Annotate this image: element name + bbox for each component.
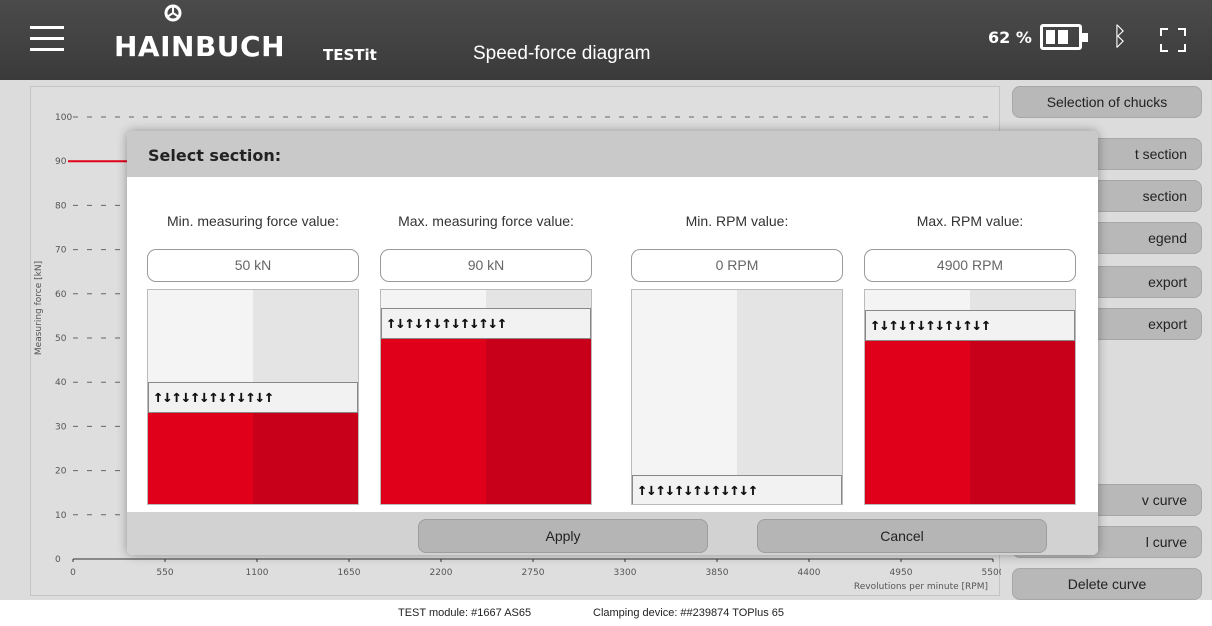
- slider-handle[interactable]: ↑↓↑↓↑↓↑↓↑↓↑↓↑: [148, 382, 358, 413]
- min-rpm-value[interactable]: 0 RPM: [631, 249, 843, 282]
- apply-button[interactable]: Apply: [418, 519, 708, 553]
- brand-logo-icon: [164, 4, 182, 22]
- select-section-dialog: Select section: Min. measuring force val…: [127, 131, 1098, 555]
- min-force-slider[interactable]: ↑↓↑↓↑↓↑↓↑↓↑↓↑: [147, 289, 359, 505]
- slider-handle[interactable]: ↑↓↑↓↑↓↑↓↑↓↑↓↑: [632, 475, 842, 504]
- y-tick-label: 50: [55, 334, 67, 344]
- dialog-header: Select section:: [127, 131, 1098, 177]
- y-tick-label: 80: [55, 201, 67, 211]
- clamping-device-info: Clamping device: ##239874 TOPlus 65: [593, 607, 784, 619]
- selection-of-chucks-button[interactable]: Selection of chucks: [1012, 86, 1202, 118]
- brand-name: HAINBUCH: [114, 30, 286, 63]
- x-tick-label: 1100: [246, 568, 269, 578]
- y-tick-label: 60: [55, 290, 67, 300]
- test-module-info: TEST module: #1667 AS65: [398, 607, 532, 619]
- x-tick-label: 1650: [338, 568, 361, 578]
- x-tick-label: 3300: [614, 568, 637, 578]
- status-footer: TEST module: #1667 AS65 Clamping device:…: [0, 600, 1212, 626]
- max-force-value[interactable]: 90 kN: [380, 249, 592, 282]
- y-tick-label: 40: [55, 378, 67, 388]
- product-name: TESTit: [323, 46, 377, 64]
- dialog-title: Select section:: [148, 146, 282, 165]
- page-title: Speed-force diagram: [473, 43, 651, 64]
- slider-fill: [865, 339, 1075, 504]
- slider-fill: [381, 337, 591, 504]
- min-rpm-label: Min. RPM value:: [685, 213, 789, 229]
- slider-handle[interactable]: ↑↓↑↓↑↓↑↓↑↓↑↓↑: [865, 310, 1075, 341]
- dialog-footer: Apply Cancel: [127, 512, 1098, 555]
- y-tick-label: 70: [55, 246, 67, 256]
- top-bar: HAINBUCH TESTit Speed-force diagram 62 %…: [0, 0, 1212, 80]
- slider-fill: [148, 411, 358, 504]
- max-force-slider[interactable]: ↑↓↑↓↑↓↑↓↑↓↑↓↑: [380, 289, 592, 505]
- y-tick-label: 100: [55, 113, 72, 123]
- bluetooth-icon[interactable]: ᛒ: [1112, 22, 1128, 52]
- slider-handle[interactable]: ↑↓↑↓↑↓↑↓↑↓↑↓↑: [381, 308, 591, 339]
- battery-icon: [1040, 24, 1088, 50]
- cancel-button[interactable]: Cancel: [757, 519, 1047, 553]
- fullscreen-icon[interactable]: [1160, 28, 1186, 52]
- x-tick-label: 2200: [430, 568, 453, 578]
- max-rpm-label: Max. RPM value:: [916, 213, 1024, 229]
- y-tick-label: 90: [55, 157, 67, 167]
- battery-percent: 62 %: [988, 28, 1032, 47]
- max-rpm-value[interactable]: 4900 RPM: [864, 249, 1076, 282]
- x-tick-label: 5500: [982, 568, 1001, 578]
- max-force-label: Max. measuring force value:: [398, 213, 574, 229]
- y-tick-label: 0: [55, 555, 61, 565]
- max-rpm-slider[interactable]: ↑↓↑↓↑↓↑↓↑↓↑↓↑: [864, 289, 1076, 505]
- min-force-value[interactable]: 50 kN: [147, 249, 359, 282]
- y-tick-label: 20: [55, 467, 67, 477]
- x-tick-label: 0: [70, 568, 76, 578]
- x-tick-label: 3850: [706, 568, 729, 578]
- y-tick-label: 10: [55, 511, 67, 521]
- delete-curve-button[interactable]: Delete curve: [1012, 568, 1202, 600]
- min-rpm-slider[interactable]: ↑↓↑↓↑↓↑↓↑↓↑↓↑: [631, 289, 843, 505]
- x-tick-label: 550: [156, 568, 173, 578]
- hamburger-menu-icon[interactable]: [30, 26, 64, 52]
- min-force-label: Min. measuring force value:: [167, 213, 339, 229]
- x-tick-label: 4950: [890, 568, 913, 578]
- x-tick-label: 4400: [798, 568, 821, 578]
- y-axis-label: Measuring force [kN]: [34, 261, 44, 355]
- x-tick-label: 2750: [522, 568, 545, 578]
- x-axis-label: Revolutions per minute [RPM]: [854, 582, 988, 592]
- y-tick-label: 30: [55, 422, 67, 432]
